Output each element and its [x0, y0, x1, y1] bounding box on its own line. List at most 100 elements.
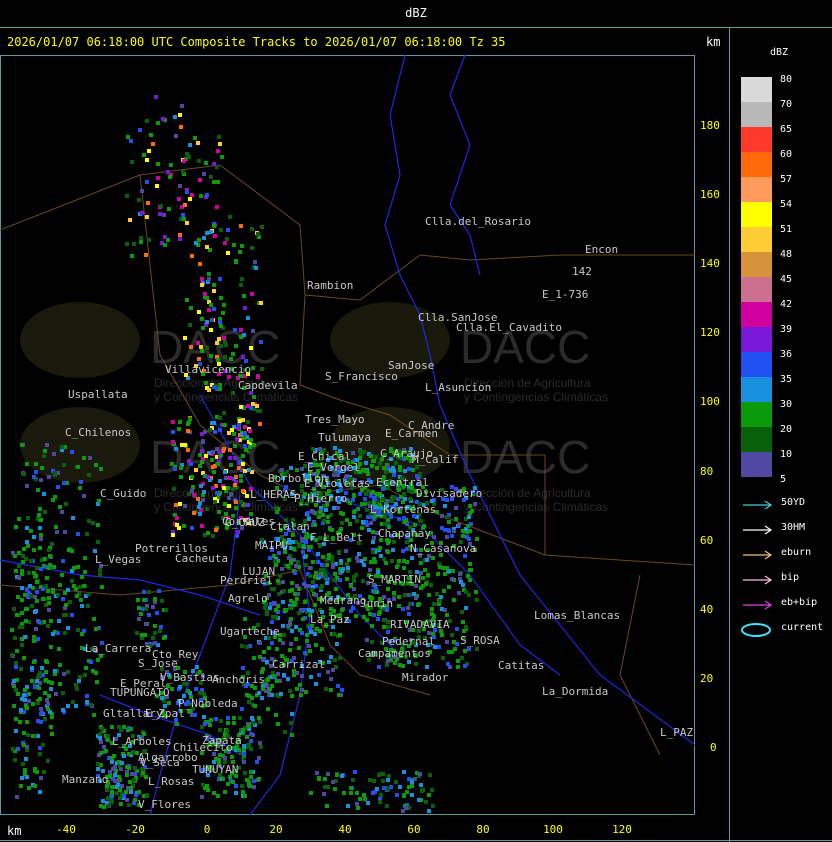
echo-pixel: [372, 779, 376, 783]
echo-pixel: [203, 722, 207, 726]
echo-pixel: [221, 311, 225, 315]
echo-pixel: [246, 743, 250, 747]
legend-swatch-80: [741, 77, 772, 102]
echo-pixel: [216, 794, 220, 798]
echo-pixel: [102, 745, 106, 749]
echo-pixel: [397, 559, 401, 563]
echo-pixel: [61, 691, 65, 695]
place-label: TUNUYAN: [192, 763, 238, 776]
echo-pixel: [249, 438, 253, 442]
echo-pixel: [145, 180, 149, 184]
echo-pixel: [295, 671, 299, 675]
echo-pixel: [155, 184, 159, 188]
dacc-tagline-2a: y Contingencias Climáticas: [154, 390, 298, 404]
echo-pixel: [441, 656, 445, 660]
echo-pixel: [366, 801, 370, 805]
echo-pixel: [326, 520, 330, 524]
echo-pixel: [231, 352, 235, 356]
echo-pixel: [186, 448, 190, 452]
track-label-eburn: eburn: [781, 547, 812, 558]
echo-pixel: [181, 170, 185, 174]
echo-pixel: [198, 464, 202, 468]
echo-pixel: [288, 606, 292, 610]
echo-pixel: [15, 795, 19, 799]
echo-pixel: [38, 507, 42, 511]
place-label: LUJAN: [242, 565, 275, 578]
echo-pixel: [333, 572, 337, 576]
echo-pixel: [290, 694, 294, 698]
legend-label-30: 30: [780, 399, 793, 410]
echo-pixel: [252, 395, 256, 399]
echo-pixel: [87, 519, 91, 523]
radar-map[interactable]: DACC DACC DACC DACC Dirección de Agricul…: [0, 55, 695, 815]
echo-pixel: [34, 627, 38, 631]
echo-pixel: [122, 794, 126, 798]
echo-pixel: [403, 593, 407, 597]
echo-pixel: [98, 573, 102, 577]
echo-pixel: [45, 698, 49, 702]
echo-pixel: [178, 233, 182, 237]
echo-pixel: [157, 589, 161, 593]
echo-pixel: [22, 731, 26, 735]
place-label: Mirador: [402, 671, 449, 684]
echo-pixel: [39, 776, 43, 780]
echo-pixel: [431, 804, 435, 808]
echo-pixel: [208, 723, 212, 727]
echo-pixel: [87, 592, 91, 596]
echo-pixel: [33, 784, 37, 788]
echo-pixel: [475, 598, 479, 602]
echo-pixel: [163, 243, 167, 247]
echo-pixel: [461, 534, 465, 538]
echo-pixel: [11, 551, 15, 555]
echo-pixel: [110, 756, 114, 760]
echo-pixel: [200, 524, 204, 528]
echo-pixel: [133, 766, 137, 770]
echo-pixel: [40, 666, 44, 670]
echo-pixel: [12, 679, 16, 683]
echo-pixel: [20, 586, 24, 590]
echo-pixel: [113, 773, 117, 777]
legend-label-60: 60: [780, 149, 793, 160]
echo-pixel: [14, 661, 18, 665]
echo-pixel: [290, 581, 294, 585]
echo-pixel: [222, 447, 226, 451]
echo-pixel: [174, 134, 178, 138]
track-label-30HM: 30HM: [781, 522, 806, 533]
echo-pixel: [329, 688, 333, 692]
echo-pixel: [218, 450, 222, 454]
echo-pixel: [242, 752, 246, 756]
echo-pixel: [386, 550, 390, 554]
echo-pixel: [17, 564, 21, 568]
echo-pixel: [468, 578, 472, 582]
echo-pixel: [256, 232, 260, 236]
echo-pixel: [145, 215, 149, 219]
echo-pixel: [151, 605, 155, 609]
km-label-top: km: [706, 35, 721, 49]
echo-pixel: [431, 556, 435, 560]
echo-pixel: [420, 788, 424, 792]
echo-pixel: [387, 774, 391, 778]
echo-pixel: [288, 689, 292, 693]
echo-pixel: [456, 665, 460, 669]
y-tick-180: 180: [700, 119, 720, 132]
place-label: SanJose: [388, 359, 434, 372]
echo-pixel: [293, 601, 297, 605]
echo-pixel: [170, 687, 174, 691]
echo-pixel: [35, 580, 39, 584]
echo-pixel: [52, 452, 56, 456]
track-item-30HM: 30HM: [741, 522, 831, 536]
echo-pixel: [23, 688, 27, 692]
echo-pixel: [288, 648, 292, 652]
echo-pixel: [233, 328, 237, 332]
echo-pixel: [125, 765, 129, 769]
echo-pixel: [219, 719, 223, 723]
echo-pixel: [215, 205, 219, 209]
echo-pixel: [463, 649, 467, 653]
echo-pixel: [243, 431, 247, 435]
echo-pixel: [91, 669, 95, 673]
place-label: S_ROSA: [460, 634, 500, 647]
y-tick-60: 60: [700, 534, 714, 547]
echo-pixel: [222, 336, 226, 340]
echo-pixel: [256, 409, 260, 413]
echo-pixel: [212, 791, 216, 795]
